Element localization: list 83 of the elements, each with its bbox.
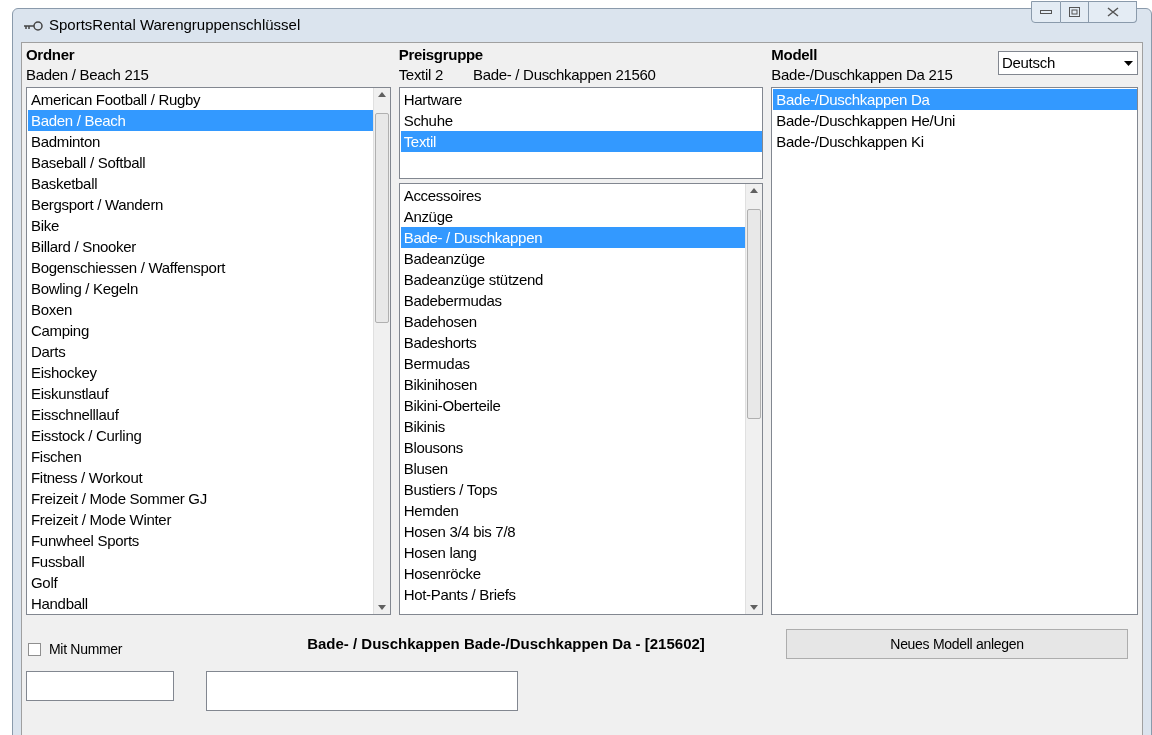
current-value: Bade- / Duschkappen 21560 xyxy=(472,65,656,85)
list-item[interactable]: Bustiers / Tops xyxy=(400,479,746,500)
list-item[interactable]: Fitness / Workout xyxy=(28,467,373,488)
list-item[interactable]: Bergsport / Wandern xyxy=(28,194,373,215)
list-item[interactable]: Bade-/Duschkappen He/Uni xyxy=(773,110,1137,131)
list-item[interactable]: Badeshorts xyxy=(400,332,746,353)
dropdown-value: Deutsch xyxy=(1001,53,1056,73)
language-dropdown[interactable]: Deutsch xyxy=(998,51,1138,75)
column-heading: Modell xyxy=(771,45,819,65)
list-item[interactable]: Hemden xyxy=(400,500,746,521)
window-title: SportsRental Warengruppenschlüssel xyxy=(49,15,301,36)
list-box[interactable]: Bade-/Duschkappen Da Bade-/Duschkappen He/Uni Bade-/Duschkappen Ki xyxy=(771,87,1138,615)
list-item[interactable]: Hosen 3/4 bis 7/8 xyxy=(400,521,746,542)
scroll-up-icon[interactable] xyxy=(750,188,759,193)
list-item[interactable]: Bowling / Kegeln xyxy=(28,278,373,299)
maximize-icon xyxy=(1069,7,1080,17)
input-field[interactable] xyxy=(26,671,174,701)
current-value: Textil 2 xyxy=(398,65,443,85)
list-item[interactable]: Schuhe xyxy=(400,110,763,131)
list-item[interactable]: Freizeit / Mode Sommer GJ xyxy=(28,488,373,509)
list-item[interactable]: Hartware xyxy=(400,89,763,110)
maximize-button[interactable] xyxy=(1061,1,1089,23)
list-item[interactable]: Handball xyxy=(28,593,373,614)
list-item[interactable]: Funwheel Sports xyxy=(28,530,373,551)
scrollbar[interactable] xyxy=(745,184,763,614)
list-item[interactable]: Bikini-Oberteile xyxy=(400,395,746,416)
list-item[interactable]: Eishockey xyxy=(28,362,373,383)
list-item[interactable]: Bike xyxy=(28,215,373,236)
list-item[interactable]: Badeanzüge xyxy=(400,248,746,269)
scroll-up-icon[interactable] xyxy=(377,92,386,97)
checkbox-label: Mit Nummer xyxy=(49,640,123,659)
selection-summary: Bade- / Duschkappen Bade-/Duschkappen Da - [215602] xyxy=(306,634,706,654)
scroll-down-icon[interactable] xyxy=(377,605,386,610)
list-item[interactable]: Bikinis xyxy=(400,416,746,437)
list-item[interactable]: Bade-/Duschkappen Ki xyxy=(773,131,1137,152)
list-item[interactable]: Basketball xyxy=(28,173,373,194)
list-item[interactable]: Eiskunstlauf xyxy=(28,383,373,404)
list-item[interactable]: Accessoires xyxy=(400,185,746,206)
minimize-button[interactable] xyxy=(1031,1,1061,23)
list-item[interactable]: Freizeit / Mode Winter xyxy=(28,509,373,530)
close-button[interactable] xyxy=(1089,1,1137,23)
list-item[interactable]: Badminton xyxy=(28,131,373,152)
list-box[interactable] xyxy=(398,183,764,615)
list-item[interactable]: Anzüge xyxy=(400,206,746,227)
list-item[interactable]: Darts xyxy=(28,341,373,362)
list-item[interactable]: Eisstock / Curling xyxy=(28,425,373,446)
list-item[interactable]: Baseball / Softball xyxy=(28,152,373,173)
list-item[interactable]: Badeanzüge stützend xyxy=(400,269,746,290)
list-box[interactable] xyxy=(26,87,391,615)
current-value: Bade-/Duschkappen Da 215 xyxy=(771,65,953,85)
minimize-icon xyxy=(1040,10,1052,14)
list-item[interactable]: Bermudas xyxy=(400,353,746,374)
list-item[interactable]: Golf xyxy=(28,572,373,593)
list-item[interactable]: Blousons xyxy=(400,437,746,458)
list-item[interactable]: Eisschnelllauf xyxy=(28,404,373,425)
scrollbar[interactable] xyxy=(372,88,390,614)
list-item[interactable]: Fussball xyxy=(28,551,373,572)
column-heading: Preisgruppe xyxy=(398,45,484,65)
list-item[interactable]: Bikinihosen xyxy=(400,374,746,395)
list-item[interactable]: Hot-Pants / Briefs xyxy=(400,584,746,605)
list-item[interactable]: American Football / Rugby xyxy=(28,89,373,110)
checkbox[interactable] xyxy=(28,642,41,656)
list-box[interactable]: Hartware Schuhe Textil xyxy=(398,87,764,179)
list-item[interactable]: Boxen xyxy=(28,299,373,320)
list-item[interactable]: Billard / Snooker xyxy=(28,236,373,257)
list-item[interactable]: Fischen xyxy=(28,446,373,467)
list-item[interactable]: Bogenschiessen / Waffensport xyxy=(28,257,373,278)
current-value: Baden / Beach 215 xyxy=(26,65,150,85)
list-item[interactable]: Blusen xyxy=(400,458,746,479)
dropdown-caret-icon xyxy=(1123,60,1133,66)
list-item[interactable]: Badebermudas xyxy=(400,290,746,311)
text-area[interactable] xyxy=(206,671,518,711)
list-item[interactable]: Badehosen xyxy=(400,311,746,332)
list-item[interactable]: Hosen lang xyxy=(400,542,746,563)
close-icon xyxy=(1106,7,1119,17)
scrollbar-thumb[interactable] xyxy=(747,209,762,419)
list-item[interactable]: Camping xyxy=(28,320,373,341)
scrollbar-thumb[interactable] xyxy=(374,113,389,323)
key-icon xyxy=(23,20,43,31)
scroll-down-icon[interactable] xyxy=(750,605,759,610)
list-item[interactable]: Hosenröcke xyxy=(400,563,746,584)
column-heading: Ordner xyxy=(26,45,76,65)
new-model-button[interactable]: Neues Modell anlegen xyxy=(786,629,1128,659)
